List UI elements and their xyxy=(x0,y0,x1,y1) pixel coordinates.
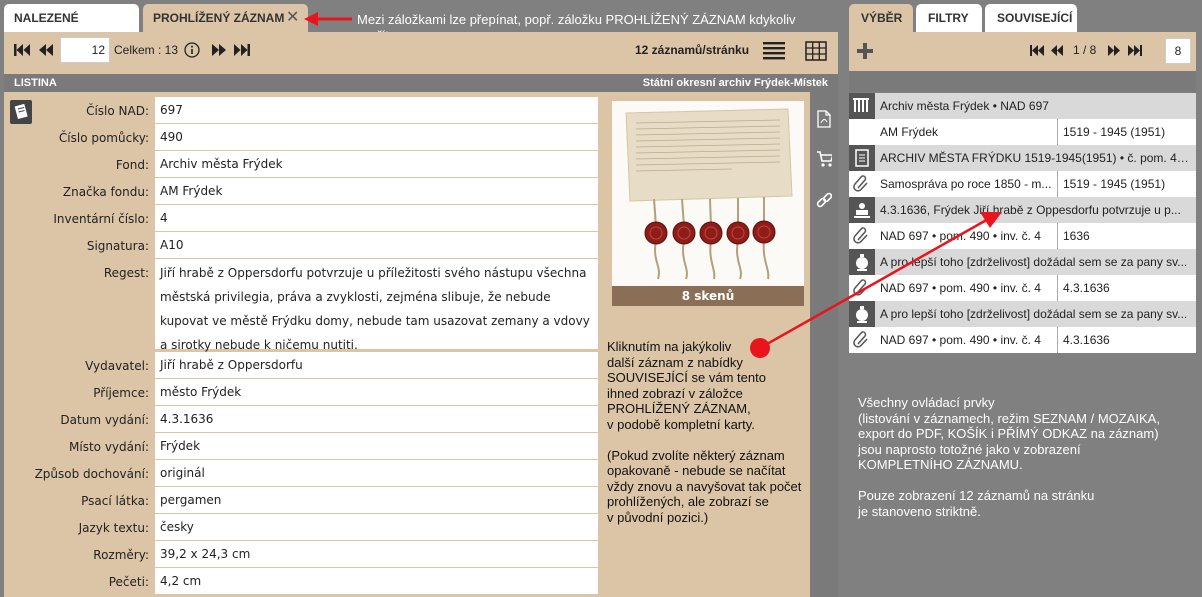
related-item[interactable]: ARCHIV MĚSTA FRÝDKU 1519-1945(1951) • č.… xyxy=(849,145,1196,171)
page-indicator: 1 / 8 xyxy=(1073,43,1097,57)
related-cell: 1519 - 1945 (1951) xyxy=(1057,171,1196,197)
tab-found-records[interactable]: NALEZENÉ ZÁZNAMY xyxy=(4,4,139,53)
related-item-detail[interactable]: Samospráva po roce 1850 - m... 1519 - 19… xyxy=(849,171,1196,197)
field-value: česky xyxy=(155,514,598,540)
list-view-icon[interactable] xyxy=(763,42,785,60)
related-cell: Samospráva po roce 1850 - m... xyxy=(880,177,1052,191)
field-label: Vydavatel: xyxy=(85,359,149,373)
finding-aid-icon xyxy=(849,145,875,171)
related-header-bar xyxy=(849,71,1196,92)
related-item-detail[interactable]: AM Frýdek 1519 - 1945 (1951) xyxy=(849,119,1196,145)
arrow-to-close xyxy=(304,12,352,26)
field-value: AM Frýdek xyxy=(155,178,598,204)
related-item-title: Archiv města Frýdek • NAD 697 xyxy=(880,99,1049,113)
related-item[interactable]: Archiv města Frýdek • NAD 697 xyxy=(849,93,1196,119)
field-label: Číslo pomůcky: xyxy=(58,131,149,145)
add-icon[interactable] xyxy=(856,42,874,60)
annotation-related: Kliknutím na jakýkoliv další záznam z na… xyxy=(607,339,802,525)
field-label: Číslo NAD: xyxy=(86,104,149,118)
per-page-label: 12 záznamů/stránku xyxy=(635,43,750,57)
field-label: Signatura: xyxy=(86,239,149,253)
record-type: LISTINA xyxy=(14,77,57,89)
grid-view-icon[interactable] xyxy=(805,41,827,61)
page-number-input[interactable]: 12 xyxy=(60,37,110,63)
field-value: Archiv města Frýdek xyxy=(155,151,598,177)
annotation-controls: Všechny ovládací prvky (listování v zázn… xyxy=(858,395,1160,519)
related-cell: AM Frýdek xyxy=(880,125,939,139)
next-page-icon[interactable] xyxy=(1107,44,1121,57)
field-label: Způsob dochování: xyxy=(34,467,149,481)
field-label: Fond: xyxy=(115,158,149,172)
related-cell: 1636 xyxy=(1057,223,1196,249)
field-label: Inventární číslo: xyxy=(53,212,149,226)
tab-selection[interactable]: VÝBĚR xyxy=(849,4,913,32)
field-value: 39,2 x 24,3 cm xyxy=(155,541,598,567)
field-value: město Frýdek xyxy=(155,379,598,405)
cart-icon[interactable] xyxy=(816,150,832,168)
field-value: 4,2 cm xyxy=(155,568,598,594)
archive-name: Státní okresní archiv Frýdek-Místek xyxy=(642,77,828,89)
field-label: Regest: xyxy=(103,266,149,280)
field-label: Příjemce: xyxy=(93,386,149,400)
field-label: Pečeti: xyxy=(108,575,149,589)
next-page-icon[interactable] xyxy=(211,43,227,57)
last-page-icon[interactable] xyxy=(1127,44,1143,57)
field-label: Rozměry: xyxy=(93,548,149,562)
field-label: Psací látka: xyxy=(81,494,149,508)
field-value: 490 xyxy=(155,124,598,150)
related-toolbar: 1 / 8 8 xyxy=(849,32,1196,71)
related-cell: 4.3.1636 xyxy=(1057,275,1196,301)
field-value: 697 xyxy=(155,97,598,123)
field-value: A10 xyxy=(155,232,598,258)
prev-page-icon[interactable] xyxy=(1050,44,1064,57)
field-value: originál xyxy=(155,460,598,486)
pdf-export-icon[interactable] xyxy=(816,110,832,128)
field-value: Jiří hrabě z Oppersdorfu xyxy=(155,352,598,378)
prev-page-icon[interactable] xyxy=(38,43,54,57)
field-label: Datum vydání: xyxy=(60,413,149,427)
related-cell: 4.3.1636 xyxy=(1057,327,1196,353)
field-value: 4.3.1636 xyxy=(155,406,598,432)
total-count: Celkem : 13 xyxy=(114,43,179,57)
tab-filters[interactable]: FILTRY xyxy=(916,4,982,32)
field-value: pergamen xyxy=(155,487,598,513)
info-icon[interactable] xyxy=(184,42,200,58)
arrow-to-related xyxy=(750,212,1002,358)
field-value-regest: Jiří hrabě z Oppersdorfu potvrzuje u pří… xyxy=(155,259,598,352)
field-label: Značka fondu: xyxy=(62,185,149,199)
first-page-icon[interactable] xyxy=(1029,44,1045,57)
field-label: Místo vydání: xyxy=(69,440,149,454)
related-item-title: ARCHIV MĚSTA FRÝDKU 1519-1945(1951) • č.… xyxy=(880,151,1190,165)
close-tab-icon[interactable]: ✕ xyxy=(286,9,299,25)
page-input[interactable]: 8 xyxy=(1165,38,1191,64)
archive-icon xyxy=(849,93,875,119)
record-type-bar: LISTINA Státní okresní archiv Frýdek-Mís… xyxy=(4,74,838,92)
field-value: 4 xyxy=(155,205,598,231)
last-page-icon[interactable] xyxy=(233,43,251,57)
tab-viewed-record[interactable]: PROHLÍŽENÝ ZÁZNAM xyxy=(143,4,308,32)
related-cell: 1519 - 1945 (1951) xyxy=(1057,119,1196,145)
paperclip-icon xyxy=(849,171,875,197)
field-value: Frýdek xyxy=(155,433,598,459)
field-label: Jazyk textu: xyxy=(78,521,149,535)
tab-related[interactable]: SOUVISEJÍCÍ xyxy=(985,4,1077,32)
first-page-icon[interactable] xyxy=(13,43,31,57)
